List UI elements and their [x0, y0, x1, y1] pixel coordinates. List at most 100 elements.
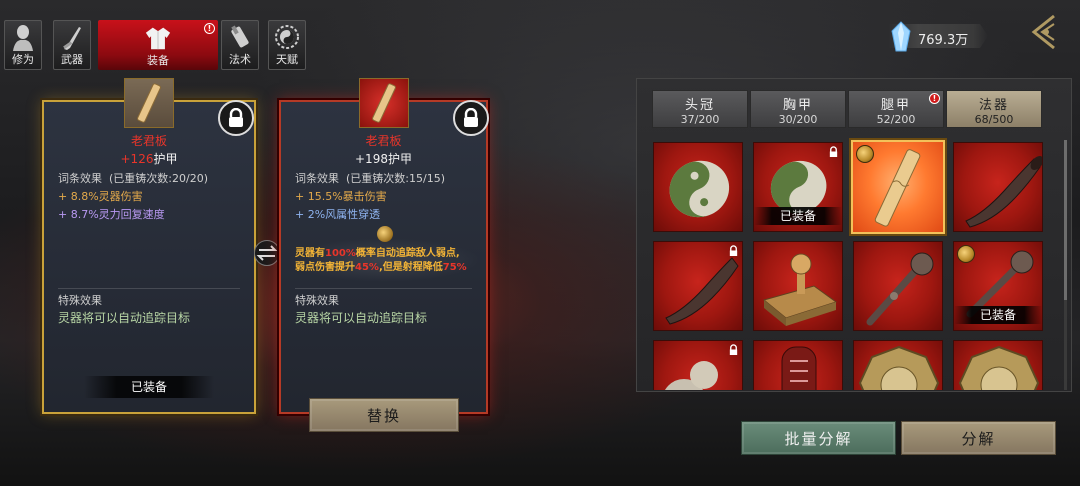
divider: [295, 288, 472, 289]
affix-line: + 8.8%灵器伤害: [58, 190, 143, 203]
talisman-tablet-icon: [781, 346, 817, 390]
inventory-slot[interactable]: [953, 340, 1043, 390]
category-count: 52/200: [876, 113, 916, 126]
category-name: 胸甲: [782, 98, 813, 113]
armor-value: +126: [120, 152, 154, 166]
tab-label: 法术: [229, 53, 251, 66]
inventory-slot[interactable]: [753, 340, 843, 390]
tab-label: 修为: [12, 53, 34, 66]
tab-label: 武器: [61, 53, 83, 66]
gem-text: 弱点伤害提升: [295, 262, 355, 273]
stamp-icon: [762, 253, 838, 326]
bagua-mirror-icon: [858, 345, 940, 390]
equipped-badge: 已装备: [954, 306, 1042, 324]
category-count: 37/200: [680, 113, 720, 126]
affix-header: 词条效果: [58, 172, 102, 185]
inventory-slot[interactable]: 已装备: [753, 142, 843, 232]
swap-arrows-icon: [254, 240, 280, 266]
yin-yang-disc-icon: [669, 160, 730, 218]
character-silhouette-icon: [10, 23, 36, 51]
lock-icon: [829, 146, 838, 157]
wooden-board-icon: [124, 78, 174, 128]
category-name: 头冠: [684, 98, 715, 113]
divider: [58, 288, 240, 289]
inventory-slot[interactable]: 已装备: [953, 241, 1043, 331]
special-header: 特殊效果: [58, 294, 102, 307]
inventory-slot[interactable]: [853, 241, 943, 331]
affix-line: + 15.5%暴击伤害: [295, 190, 387, 203]
gem-socket-icon: [856, 145, 874, 163]
ruyi-scepter-icon: [866, 252, 934, 326]
category-tab-legs[interactable]: 腿甲 52/200 !: [848, 90, 944, 128]
dismantle-button[interactable]: 分解: [901, 421, 1056, 455]
alert-badge: !: [929, 93, 940, 104]
armor-stat: +198护甲: [281, 150, 486, 167]
inventory-slot[interactable]: [853, 340, 943, 390]
affix-count: (已重铸次数:15/15): [346, 172, 445, 185]
affix-line: + 8.7%灵力回复速度: [58, 208, 165, 221]
tab-weapon[interactable]: 武器: [53, 20, 91, 70]
tab-talent[interactable]: 天赋: [268, 20, 306, 70]
inventory-slot-selected[interactable]: [851, 140, 945, 234]
affix-header-row: 词条效果 (已重铸次数:20/20): [58, 170, 208, 186]
armor-value: +198: [355, 152, 388, 166]
gem-text: ,但是射程降低: [378, 262, 443, 273]
item-name: 老君板: [130, 134, 167, 148]
scroll-icon: [227, 23, 253, 51]
yin-yang-icon: [274, 23, 300, 51]
horn-icon: [965, 156, 1042, 228]
special-text: 灵器将可以自动追踪目标: [295, 311, 428, 325]
category-tab-chest[interactable]: 胸甲 30/200: [750, 90, 846, 128]
affix-header: 词条效果: [295, 172, 339, 185]
inventory-grid: 已装备 已装备: [648, 138, 1060, 390]
lock-icon: [729, 245, 738, 256]
sword-icon: [59, 23, 85, 51]
alert-badge: !: [204, 23, 215, 34]
batch-dismantle-button[interactable]: 批量分解: [741, 421, 896, 455]
tab-label: 装备: [147, 54, 169, 67]
inventory-slot[interactable]: [953, 142, 1043, 232]
special-text: 灵器将可以自动追踪目标: [58, 311, 191, 325]
tab-cultivation[interactable]: 修为: [4, 20, 42, 70]
category-count: 68/500: [974, 113, 1014, 126]
bagua-mirror-icon: [958, 345, 1040, 390]
back-icon[interactable]: [1024, 14, 1058, 50]
currency-value: 769.3万: [918, 33, 969, 48]
candidate-item-card: 老君板 +198护甲 词条效果 (已重铸次数:15/15) + 15.5%暴击伤…: [279, 78, 489, 414]
gem-value: 45%: [355, 262, 379, 273]
gem-effect-line: 弱点伤害提升45%,但是射程降低75%: [295, 258, 467, 273]
inventory-slot[interactable]: [653, 340, 743, 390]
affix-count: (已重铸次数:20/20): [109, 172, 208, 185]
tab-equipment[interactable]: 装备 !: [98, 20, 218, 70]
affix-header-row: 词条效果 (已重铸次数:15/15): [295, 170, 445, 186]
category-count: 30/200: [778, 113, 818, 126]
category-name: 法器: [978, 98, 1009, 113]
armor-label: 护甲: [387, 152, 412, 166]
special-header: 特殊效果: [295, 294, 339, 307]
armor-stat: +126护甲: [44, 150, 254, 167]
replace-button[interactable]: 替换: [309, 398, 459, 432]
inventory-slot[interactable]: [753, 241, 843, 331]
robe-icon: [145, 24, 171, 52]
crystal-icon: [890, 21, 912, 53]
lock-icon[interactable]: [453, 100, 489, 136]
equipped-badge: 已装备: [754, 207, 842, 225]
equipped-status: 已装备: [84, 376, 214, 398]
tab-spells[interactable]: 法术: [221, 20, 259, 70]
lock-icon: [729, 344, 738, 355]
armor-label: 护甲: [153, 152, 178, 166]
inventory-slot[interactable]: [653, 142, 743, 232]
gem-effect-line: 灵器有100%概率自动追踪敌人弱点,: [295, 244, 460, 259]
scrollbar-thumb[interactable]: [1064, 140, 1067, 300]
equipped-item-card: 老君板 +126护甲 词条效果 (已重铸次数:20/20) + 8.8%灵器伤害…: [42, 78, 256, 414]
lock-icon[interactable]: [218, 100, 254, 136]
category-tab-artifact[interactable]: 法器 68/500: [946, 90, 1042, 128]
inventory-scrollbar[interactable]: [1064, 140, 1067, 390]
inventory-slot[interactable]: [653, 241, 743, 331]
gem-effect-panel: 灵器有100%概率自动追踪敌人弱点, 弱点伤害提升45%,但是射程降低75%: [287, 238, 481, 282]
gem-socket-icon: [957, 245, 975, 263]
category-tab-helmet[interactable]: 头冠 37/200: [652, 90, 748, 128]
tab-label: 天赋: [276, 53, 298, 66]
wooden-board-icon: [359, 78, 409, 128]
gem-value: 75%: [442, 262, 467, 273]
